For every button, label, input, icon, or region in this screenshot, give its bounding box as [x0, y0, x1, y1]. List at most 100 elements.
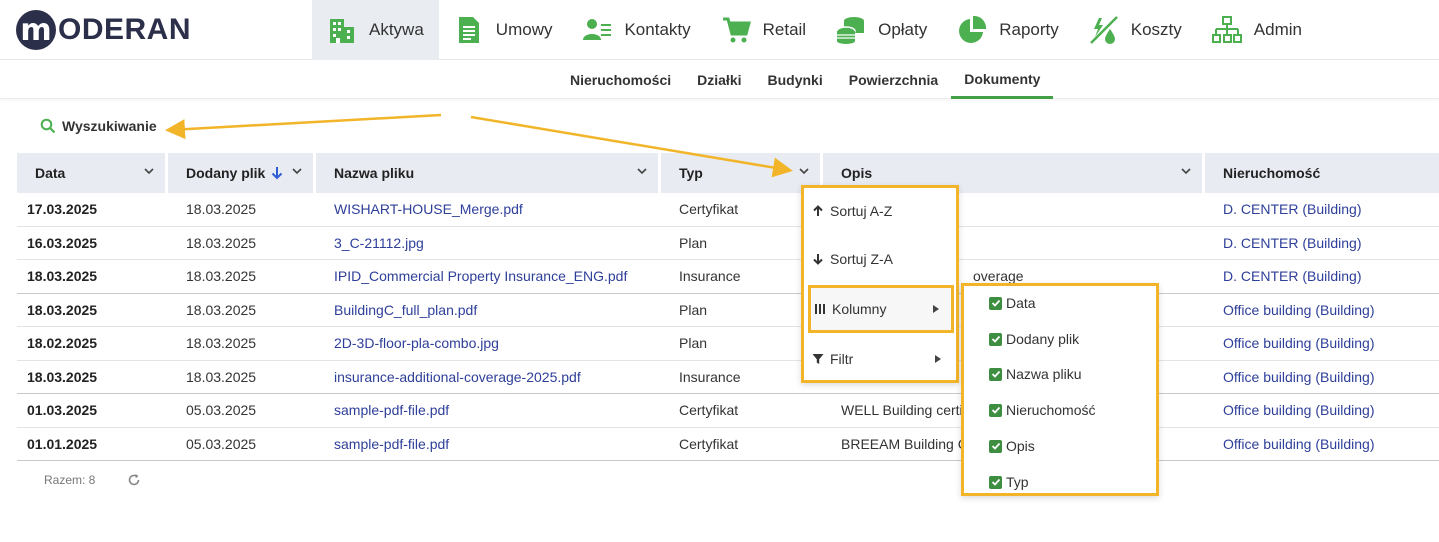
subnav-item-dzialki[interactable]: Działki — [684, 61, 754, 99]
column-toggle-opis[interactable]: Opis — [989, 438, 1035, 454]
cell-property-link[interactable]: D. CENTER (Building) — [1205, 193, 1439, 226]
table-row[interactable]: 18.02.2025 18.03.2025 2D-3D-floor-pla-co… — [17, 327, 1439, 361]
caret-right-icon — [935, 355, 941, 363]
cell-file-link[interactable]: BuildingC_full_plan.pdf — [316, 294, 661, 327]
table-row[interactable]: 01.01.2025 05.03.2025 sample-pdf-file.pd… — [17, 428, 1439, 461]
column-title: Dodany plik — [186, 165, 266, 181]
column-title: Data — [35, 165, 66, 181]
cell-typ: Insurance — [679, 368, 741, 385]
table-row[interactable]: 17.03.2025 18.03.2025 WISHART-HOUSE_Merg… — [17, 193, 1439, 227]
search-icon — [40, 118, 56, 134]
column-toggle-label: Typ — [1006, 474, 1029, 490]
cell-property-link[interactable]: Office building (Building) — [1205, 294, 1439, 327]
column-toggle-nazwa-pliku[interactable]: Nazwa pliku — [989, 366, 1081, 382]
table-row[interactable]: 18.03.2025 18.03.2025 BuildingC_full_pla… — [17, 294, 1439, 327]
nav-label: Opłaty — [878, 20, 928, 39]
filter-icon — [812, 354, 824, 364]
column-toggle-dodany-plik[interactable]: Dodany plik — [989, 331, 1079, 347]
column-header-dodany-plik[interactable]: Dodany plik — [168, 153, 316, 193]
chevron-down-icon[interactable] — [291, 165, 303, 177]
cell-property-link[interactable]: D. CENTER (Building) — [1205, 227, 1439, 260]
nav-label: Kontakty — [624, 20, 691, 39]
coins-icon — [836, 15, 866, 45]
cell-file-link[interactable]: WISHART-HOUSE_Merge.pdf — [316, 193, 661, 226]
chevron-down-icon[interactable] — [798, 165, 810, 177]
nav-item-koszty[interactable]: Koszty — [1074, 0, 1197, 60]
cell-file-link[interactable]: IPID_Commercial Property Insurance_ENG.p… — [316, 260, 661, 293]
checkbox-checked-icon[interactable] — [989, 332, 1002, 346]
cell-property-link[interactable]: D. CENTER (Building) — [1205, 260, 1439, 293]
column-title: Typ — [679, 165, 703, 181]
refresh-icon[interactable] — [127, 473, 141, 487]
cell-file-link[interactable]: sample-pdf-file.pdf — [316, 428, 661, 461]
nav-label: Aktywa — [369, 20, 424, 39]
utility-icon — [1089, 15, 1119, 45]
cell-data: 18.03.2025 — [27, 301, 98, 318]
cell-property-link[interactable]: Office building (Building) — [1205, 327, 1439, 360]
documents-table: Data Dodany plik Nazwa pliku Typ Opis Ni… — [17, 153, 1439, 461]
nav-item-umowy[interactable]: Umowy — [439, 0, 568, 60]
cell-data: 18.03.2025 — [27, 368, 98, 385]
table-row[interactable]: 18.03.2025 18.03.2025 insurance-addition… — [17, 361, 1439, 394]
cell-data: 01.01.2025 — [27, 435, 98, 452]
table-row[interactable]: 16.03.2025 18.03.2025 3_C-21112.jpg Plan… — [17, 227, 1439, 260]
checkbox-checked-icon[interactable] — [989, 296, 1002, 310]
logo-mark: m — [16, 10, 56, 50]
nav-item-oplaty[interactable]: Opłaty — [821, 0, 942, 60]
subnav-item-dokumenty[interactable]: Dokumenty — [951, 61, 1054, 99]
cell-property-link[interactable]: Office building (Building) — [1205, 428, 1439, 461]
cell-property-link[interactable]: Office building (Building) — [1205, 394, 1439, 427]
chevron-down-icon[interactable] — [1180, 165, 1192, 177]
column-header-nazwa-pliku[interactable]: Nazwa pliku — [316, 153, 661, 193]
nav-label: Retail — [762, 20, 807, 39]
arrow-down-icon — [813, 254, 823, 265]
column-header-data[interactable]: Data — [17, 153, 168, 193]
subnav-item-powierzchnia[interactable]: Powierzchnia — [836, 61, 951, 99]
checkbox-checked-icon[interactable] — [989, 439, 1002, 453]
checkbox-checked-icon[interactable] — [989, 475, 1002, 489]
nav-item-aktywa[interactable]: Aktywa — [312, 0, 439, 60]
checkbox-checked-icon[interactable] — [989, 403, 1002, 417]
nav-item-kontakty[interactable]: Kontakty — [567, 0, 705, 60]
nav-item-retail[interactable]: Retail — [706, 0, 821, 60]
nav-item-admin[interactable]: Admin — [1197, 0, 1317, 60]
column-header-nieruchomosc[interactable]: Nieruchomość — [1205, 153, 1439, 193]
menu-item-sort-asc[interactable]: Sortuj A-Z — [812, 203, 892, 219]
cell-typ: Plan — [679, 301, 708, 318]
cell-property-link[interactable]: Office building (Building) — [1205, 361, 1439, 394]
cell-dodany-plik: 18.03.2025 — [186, 368, 257, 385]
caret-right-icon — [933, 305, 939, 313]
column-header-typ[interactable]: Typ — [661, 153, 823, 193]
search-toggle[interactable]: Wyszukiwanie — [40, 118, 157, 134]
contacts-icon — [582, 15, 612, 45]
nav-label: Raporty — [999, 20, 1059, 39]
cell-typ: Insurance — [679, 268, 741, 285]
logo-text: ODERAN — [58, 13, 192, 46]
menu-item-sort-desc[interactable]: Sortuj Z-A — [812, 251, 893, 267]
chevron-down-icon[interactable] — [143, 165, 155, 177]
cell-file-link[interactable]: 3_C-21112.jpg — [316, 227, 661, 260]
table-row[interactable]: 18.03.2025 18.03.2025 IPID_Commercial Pr… — [17, 260, 1439, 294]
cell-data: 18.03.2025 — [27, 268, 98, 285]
cell-file-link[interactable]: 2D-3D-floor-pla-combo.jpg — [316, 327, 661, 360]
column-toggle-data[interactable]: Data — [989, 295, 1036, 311]
column-toggle-typ[interactable]: Typ — [989, 474, 1029, 490]
menu-item-filter[interactable]: Filtr — [812, 351, 941, 367]
table-row[interactable]: 01.03.2025 05.03.2025 sample-pdf-file.pd… — [17, 394, 1439, 428]
nav-item-raporty[interactable]: Raporty — [942, 0, 1074, 60]
org-chart-icon — [1211, 15, 1242, 45]
cell-file-link[interactable]: sample-pdf-file.pdf — [316, 394, 661, 427]
cart-icon — [721, 15, 751, 45]
checkbox-checked-icon[interactable] — [989, 367, 1002, 381]
menu-item-columns[interactable]: Kolumny — [814, 301, 939, 317]
column-toggle-nieruchomosc[interactable]: Nieruchomość — [989, 402, 1095, 418]
cell-typ: Certyfikat — [679, 402, 739, 419]
moderan-logo[interactable]: m ODERAN — [16, 9, 191, 51]
chevron-down-icon[interactable] — [636, 165, 648, 177]
cell-dodany-plik: 05.03.2025 — [186, 402, 257, 419]
cell-typ: Certyfikat — [679, 201, 739, 218]
sub-navbar: Nieruchomości Działki Budynki Powierzchn… — [0, 61, 1439, 99]
subnav-item-budynki[interactable]: Budynki — [755, 61, 836, 99]
subnav-item-nieruchomosci[interactable]: Nieruchomości — [557, 61, 684, 99]
cell-file-link[interactable]: insurance-additional-coverage-2025.pdf — [316, 361, 661, 394]
